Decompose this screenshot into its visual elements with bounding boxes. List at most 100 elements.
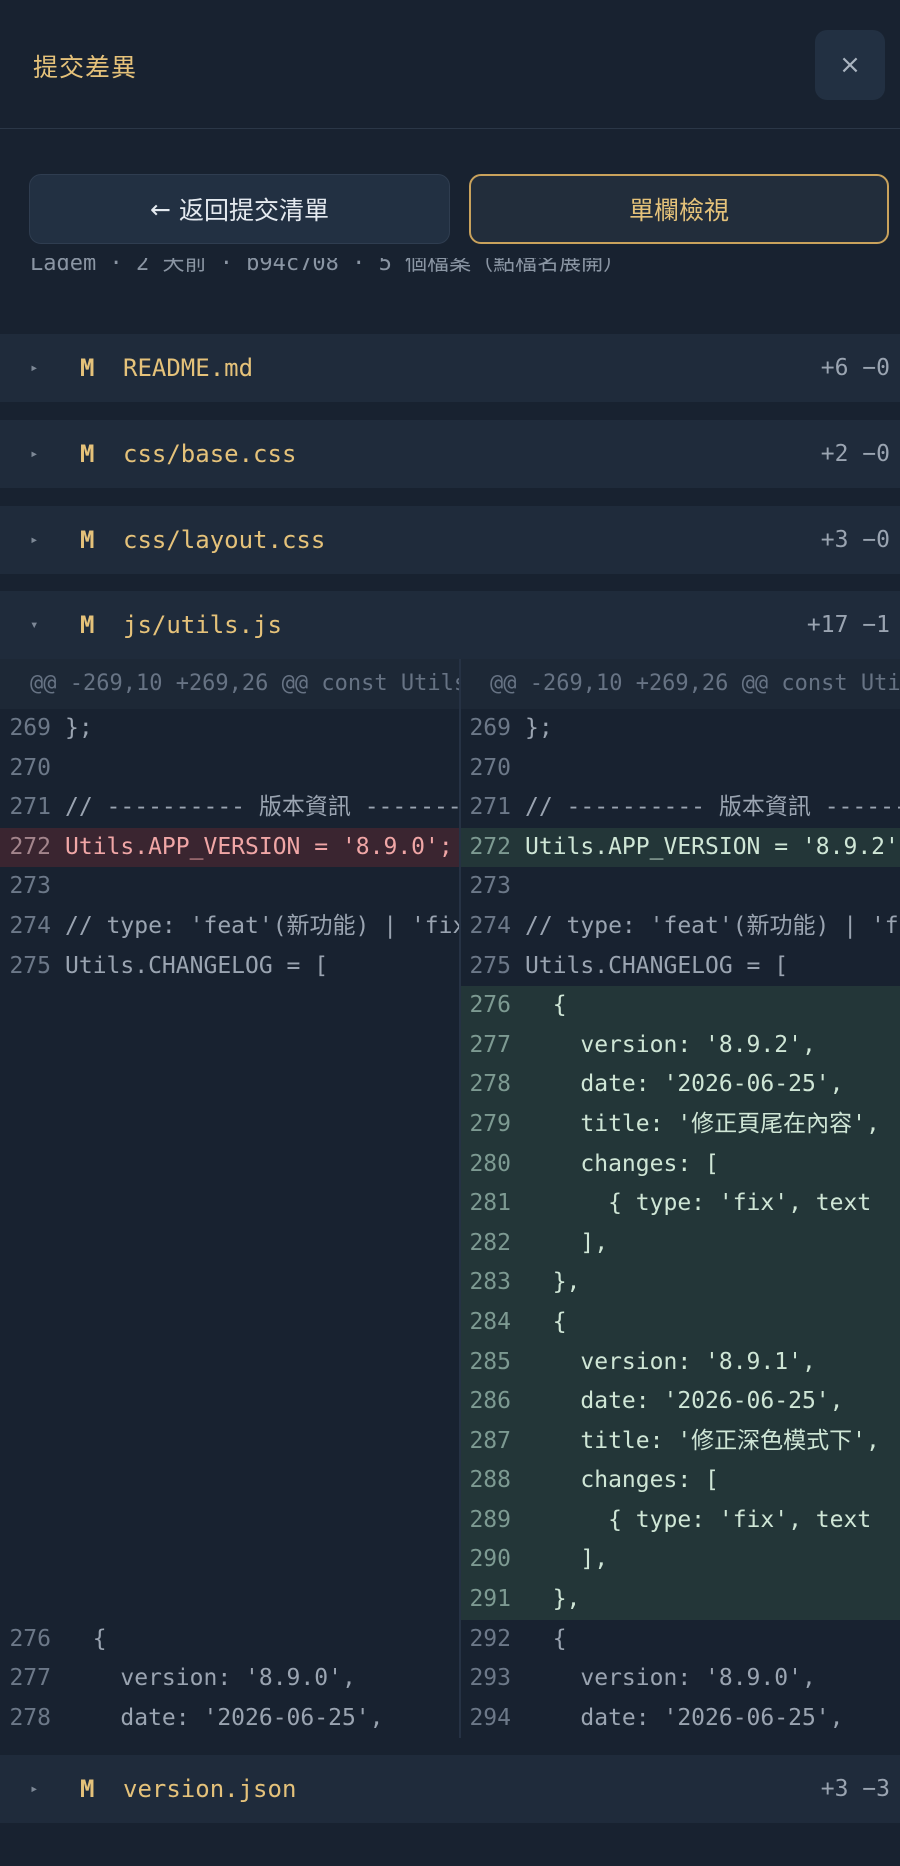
line-number: 292 bbox=[469, 1625, 511, 1652]
context-line: 271 // ---------- 版本資訊 ---------- bbox=[0, 788, 460, 828]
line-number: 269 bbox=[9, 715, 51, 741]
file-row-layout-css[interactable]: ▸ M css/layout.css +3 −0 bbox=[0, 506, 900, 574]
empty-placeholder-line bbox=[0, 1263, 460, 1303]
single-column-view-button[interactable]: 單欄檢視 bbox=[469, 174, 889, 244]
code-text: // ---------- 版本資訊 ---------- bbox=[65, 794, 460, 821]
line-number: 271 bbox=[9, 794, 51, 821]
context-line: 273 bbox=[0, 867, 460, 907]
code-text: version: '8.9.0', bbox=[525, 1665, 816, 1692]
code-text: { bbox=[65, 1625, 107, 1652]
code-text: // ---------- 版本資訊 ---------- bbox=[525, 794, 900, 821]
context-line: 294 date: '2026-06-25', bbox=[461, 1699, 900, 1738]
side-by-side-diff: @@ -269,10 +269,26 @@ const Utils 269}; 2… bbox=[0, 659, 900, 1738]
empty-placeholder-line bbox=[0, 1382, 460, 1422]
arrow-left-icon: ← bbox=[150, 194, 171, 224]
file-name[interactable]: README.md bbox=[123, 354, 253, 382]
added-line: 291 }, bbox=[461, 1580, 900, 1620]
empty-placeholder-line bbox=[0, 1421, 460, 1462]
line-number: 270 bbox=[9, 754, 51, 781]
line-number: 277 bbox=[9, 1665, 51, 1692]
file-row-base-css[interactable]: ▸ M css/base.css +2 −0 bbox=[0, 420, 900, 488]
file-name[interactable]: js/utils.js bbox=[123, 611, 282, 639]
diff-pane-old: @@ -269,10 +269,26 @@ const Utils 269}; 2… bbox=[0, 659, 460, 1738]
file-name[interactable]: css/layout.css bbox=[123, 526, 325, 554]
code-text: title: '修正頁尾在內容', bbox=[525, 1110, 880, 1137]
file-row-utils-js[interactable]: ▾ M js/utils.js +17 −1 bbox=[0, 591, 900, 659]
line-number: 275 bbox=[469, 952, 511, 979]
context-line: 271 // ---------- 版本資訊 ---------- bbox=[461, 788, 900, 828]
line-number: 272 bbox=[9, 833, 51, 860]
line-number: 270 bbox=[469, 754, 511, 781]
line-number: 278 bbox=[469, 1071, 511, 1098]
line-number: 293 bbox=[469, 1665, 511, 1692]
empty-placeholder-line bbox=[0, 1540, 460, 1581]
code-text: date: '2026-06-25', bbox=[525, 1388, 844, 1415]
added-line: 287 title: '修正深色模式下', bbox=[461, 1421, 900, 1462]
expand-caret-icon: ▸ bbox=[30, 360, 39, 376]
single-view-label: 單欄檢視 bbox=[628, 196, 729, 225]
status-badge: M bbox=[80, 440, 95, 468]
expand-caret-icon: ▸ bbox=[30, 532, 39, 548]
line-number: 272 bbox=[469, 833, 511, 860]
hunk-header: @@ -269,10 +269,26 @@ const Utils bbox=[0, 659, 460, 709]
context-line: 275 Utils.CHANGELOG = [ bbox=[0, 947, 460, 987]
line-number: 290 bbox=[469, 1546, 511, 1573]
line-number: 288 bbox=[469, 1467, 511, 1494]
code-text: changes: [ bbox=[525, 1150, 719, 1177]
context-line: 275 Utils.CHANGELOG = [ bbox=[461, 947, 900, 987]
added-line: 280 changes: [ bbox=[461, 1144, 900, 1185]
empty-placeholder-line bbox=[0, 1580, 460, 1620]
added-line: 283 }, bbox=[461, 1263, 900, 1303]
line-number: 276 bbox=[9, 1625, 51, 1652]
commit-meta: Ladem · 2 天前 · b94c708 · 5 個檔案（點檔名展開） bbox=[30, 258, 625, 288]
code-text: { type: 'fix', text bbox=[525, 1190, 872, 1217]
line-number: 277 bbox=[469, 1031, 511, 1058]
added-line: 278 date: '2026-06-25', bbox=[461, 1065, 900, 1105]
file-name[interactable]: css/base.css bbox=[123, 440, 296, 468]
empty-placeholder-line bbox=[0, 1144, 460, 1185]
close-button[interactable]: × bbox=[815, 30, 885, 100]
context-line: 273 bbox=[461, 867, 900, 907]
context-line: 276 { bbox=[0, 1620, 460, 1660]
code-text: version: '8.9.0', bbox=[65, 1665, 356, 1692]
line-number: 280 bbox=[469, 1150, 511, 1177]
file-row-version-json[interactable]: ▸ M version.json +3 −3 bbox=[0, 1755, 900, 1823]
line-number: 279 bbox=[469, 1110, 511, 1137]
modal-header: 提交差異 × bbox=[0, 0, 900, 129]
line-number: 284 bbox=[469, 1308, 511, 1335]
context-line: 292 { bbox=[461, 1620, 900, 1660]
code-text: // type: 'feat'(新功能) | 'fix' bbox=[65, 912, 460, 939]
line-number: 286 bbox=[469, 1388, 511, 1415]
code-text: }; bbox=[65, 715, 93, 741]
empty-placeholder-line bbox=[0, 986, 460, 1026]
back-to-commits-button[interactable]: ← 返回提交清單 bbox=[29, 174, 450, 244]
added-line: 277 version: '8.9.2', bbox=[461, 1025, 900, 1066]
added-line: 276 { bbox=[461, 986, 900, 1026]
empty-placeholder-line bbox=[0, 1342, 460, 1383]
line-number: 281 bbox=[469, 1190, 511, 1217]
close-icon: × bbox=[839, 50, 861, 80]
commit-meta-text: Ladem · 2 天前 · b94c708 · 5 個檔案（點檔名展開） bbox=[30, 258, 626, 276]
context-line: 278 date: '2026-06-25', bbox=[0, 1699, 460, 1738]
file-stat: +6 −0 bbox=[820, 355, 890, 381]
added-line: 286 date: '2026-06-25', bbox=[461, 1382, 900, 1422]
added-line: 279 title: '修正頁尾在內容', bbox=[461, 1104, 900, 1145]
line-number: 291 bbox=[469, 1586, 511, 1613]
empty-placeholder-line bbox=[0, 1500, 460, 1541]
code-text: // type: 'feat'(新功能) | 'fix' bbox=[525, 912, 900, 939]
code-text: Utils.CHANGELOG = [ bbox=[65, 952, 329, 979]
added-line: 281 { type: 'fix', text bbox=[461, 1184, 900, 1224]
line-number: 273 bbox=[469, 873, 511, 900]
line-number: 294 bbox=[469, 1704, 511, 1731]
code-text: }, bbox=[525, 1269, 581, 1296]
file-row-readme[interactable]: ▸ M README.md +6 −0 bbox=[0, 334, 900, 402]
context-line: 270 bbox=[0, 749, 460, 789]
context-line: 270 bbox=[461, 749, 900, 789]
file-name[interactable]: version.json bbox=[123, 1775, 296, 1803]
status-badge: M bbox=[80, 526, 95, 554]
empty-placeholder-line bbox=[0, 1104, 460, 1145]
added-line: 284 { bbox=[461, 1302, 900, 1343]
added-line: 288 changes: [ bbox=[461, 1461, 900, 1501]
line-number: 274 bbox=[9, 912, 51, 939]
code-text: version: '8.9.1', bbox=[525, 1348, 816, 1375]
